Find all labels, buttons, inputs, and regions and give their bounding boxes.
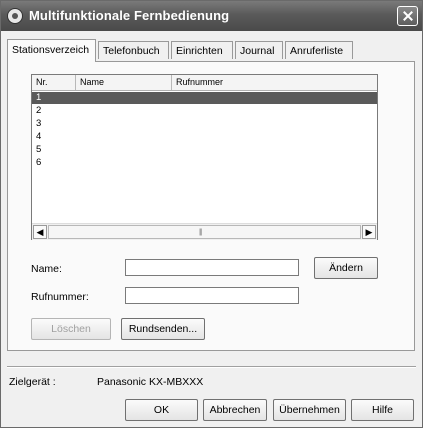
dialog-window: Multifunktionale Fernbedienung Stationsv… xyxy=(0,0,423,428)
target-device: Panasonic KX-MBXXX xyxy=(97,376,204,388)
name-input[interactable] xyxy=(125,259,299,276)
name-label: Name: xyxy=(31,263,62,275)
cancel-button[interactable]: Abbrechen xyxy=(203,399,267,421)
list-item[interactable]: 4 xyxy=(32,131,377,143)
list-item[interactable]: 5 xyxy=(32,144,377,156)
window-title: Multifunktionale Fernbedienung xyxy=(29,8,230,23)
column-header-name[interactable]: Name xyxy=(76,75,172,90)
list-header: Nr. Name Rufnummer xyxy=(32,75,377,91)
station-list[interactable]: Nr. Name Rufnummer 1 2 3 4 5 6 ◀ ||| ▶ xyxy=(31,74,378,240)
horizontal-scrollbar[interactable]: ◀ ||| ▶ xyxy=(32,223,377,240)
number-input[interactable] xyxy=(125,287,299,304)
tab-journal[interactable]: Journal xyxy=(235,41,283,59)
grip-icon: ||| xyxy=(199,229,203,236)
list-item[interactable]: 1 xyxy=(32,92,377,104)
scroll-right-icon[interactable]: ▶ xyxy=(362,225,376,239)
separator xyxy=(7,366,416,368)
delete-button[interactable]: Löschen xyxy=(31,318,111,340)
title-bar[interactable]: Multifunktionale Fernbedienung xyxy=(1,1,422,31)
column-header-nr[interactable]: Nr. xyxy=(32,75,76,90)
list-item[interactable]: 3 xyxy=(32,118,377,130)
scroll-left-icon[interactable]: ◀ xyxy=(33,225,47,239)
list-item[interactable]: 6 xyxy=(32,157,377,169)
scrollbar-thumb[interactable]: ||| xyxy=(48,225,361,239)
list-item[interactable]: 2 xyxy=(32,105,377,117)
broadcast-button[interactable]: Rundsenden... xyxy=(121,318,205,340)
tab-stationsverzeich[interactable]: Stationsverzeich xyxy=(7,39,96,62)
help-button[interactable]: Hilfe xyxy=(351,399,414,421)
tab-einrichten[interactable]: Einrichten xyxy=(171,41,233,59)
tab-telefonbuch[interactable]: Telefonbuch xyxy=(98,41,169,59)
column-header-rufnummer[interactable]: Rufnummer xyxy=(172,75,377,90)
close-icon[interactable] xyxy=(397,6,418,26)
apply-button[interactable]: Übernehmen xyxy=(273,399,346,421)
target-label: Zielgerät : xyxy=(9,376,56,388)
app-icon xyxy=(7,8,23,24)
ok-button[interactable]: OK xyxy=(125,399,198,421)
tab-anruferliste[interactable]: Anruferliste xyxy=(285,41,353,59)
change-button[interactable]: Ändern xyxy=(314,257,378,279)
number-label: Rufnummer: xyxy=(31,291,89,303)
